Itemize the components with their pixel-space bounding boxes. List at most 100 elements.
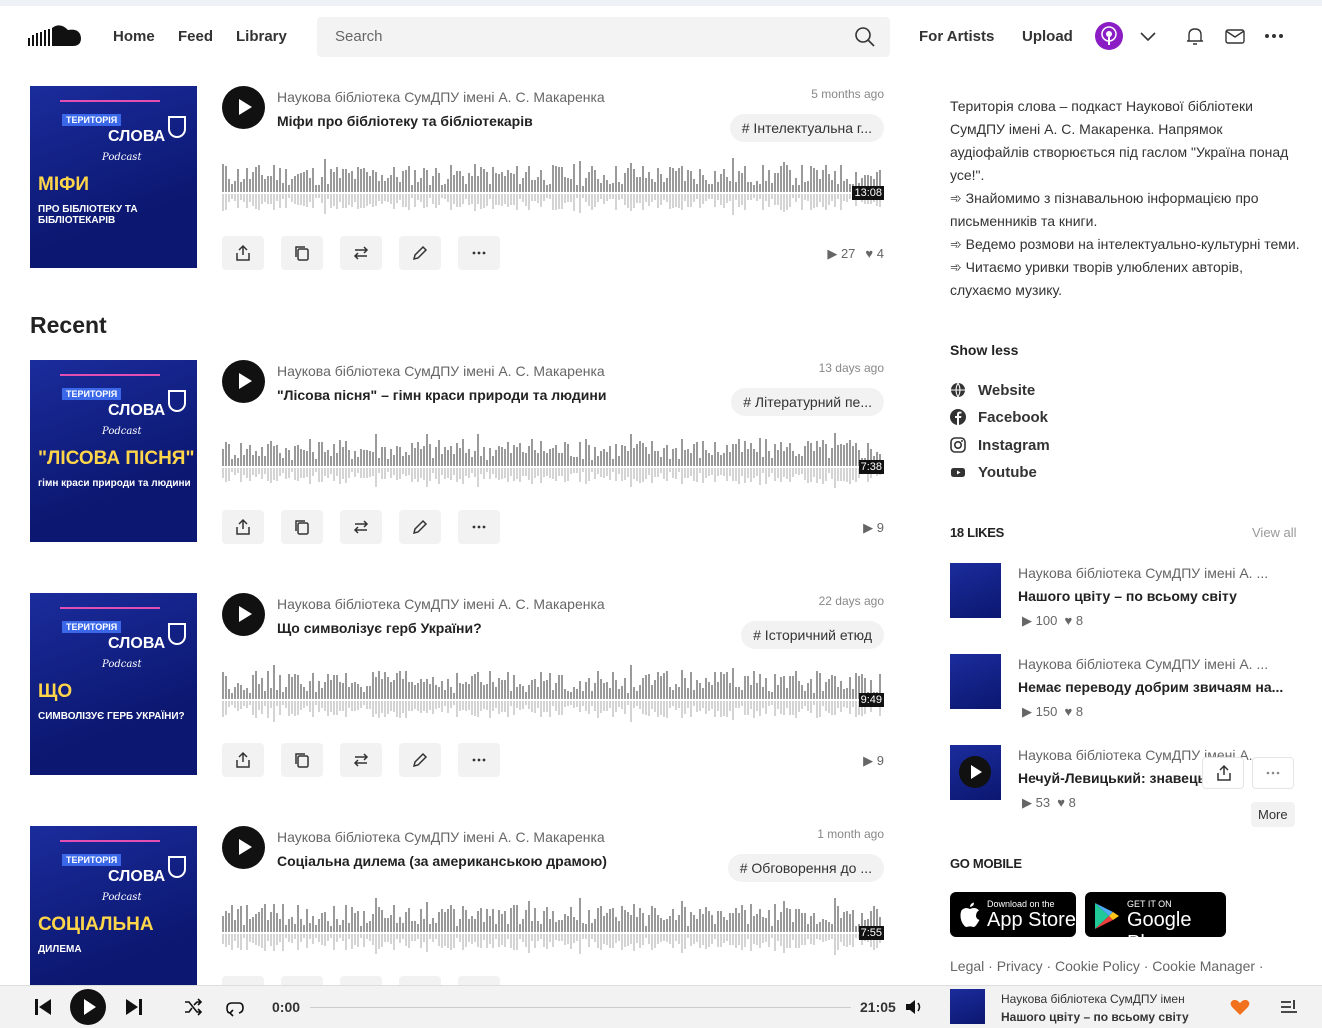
- volume-icon[interactable]: [903, 995, 927, 1019]
- share-button[interactable]: [222, 743, 264, 777]
- more-button[interactable]: [1252, 757, 1294, 789]
- track-artist[interactable]: Наукова бібліотека СумДПУ імені А. С. Ма…: [277, 596, 605, 612]
- liked-track[interactable]: Наукова бібліотека СумДПУ імені А. ... Н…: [950, 745, 1300, 825]
- liked-track-artist[interactable]: Наукова бібліотека СумДПУ імені А. ...: [1018, 565, 1268, 581]
- share-button[interactable]: [1202, 757, 1244, 789]
- track-artwork[interactable]: ТЕРИТОРІЯ СЛОВА Podcast МІФИ ПРО БІБЛІОТ…: [30, 86, 197, 268]
- youtube-link[interactable]: Youtube: [950, 464, 1037, 481]
- for-artists-link[interactable]: For Artists: [919, 28, 994, 45]
- queue-icon[interactable]: [1277, 995, 1301, 1019]
- track-duration: 7:38: [858, 460, 884, 474]
- track-artist[interactable]: Наукова бібліотека СумДПУ імені А. С. Ма…: [277, 829, 605, 845]
- description-paragraph: ➾ Читаємо уривки творів улюблених авторі…: [950, 259, 1244, 298]
- liked-track-title[interactable]: Нашого цвіту – по всьому світу: [1018, 588, 1237, 604]
- liked-track-artwork[interactable]: [950, 745, 1001, 800]
- nav-home[interactable]: Home: [113, 28, 155, 45]
- liked-track[interactable]: Наукова бібліотека СумДПУ імені А. ... Н…: [950, 563, 1300, 643]
- play-button[interactable]: [222, 86, 265, 129]
- shield-icon: [168, 856, 186, 878]
- track-title[interactable]: Що символізує герб України?: [277, 620, 482, 636]
- edit-button[interactable]: [399, 743, 441, 777]
- show-less-link[interactable]: Show less: [950, 342, 1018, 358]
- genre-tag[interactable]: # Історичний етюд: [741, 621, 884, 649]
- track-title[interactable]: Міфи про бібліотеку та бібліотекарів: [277, 113, 533, 129]
- genre-tag[interactable]: # Інтелектуальна г...: [729, 114, 884, 142]
- heart-icon[interactable]: ♥: [865, 246, 876, 261]
- waveform[interactable]: [222, 897, 884, 958]
- play-button[interactable]: [222, 593, 265, 636]
- share-button[interactable]: [222, 236, 264, 270]
- view-all-link[interactable]: View all: [1252, 525, 1297, 540]
- player-artwork[interactable]: [950, 989, 985, 1024]
- track-title[interactable]: Соціальна дилема (за американською драмо…: [277, 853, 607, 869]
- track-artwork[interactable]: ТЕРИТОРІЯ СЛОВА Podcast ЩО СИМВОЛІЗУЄ ГЕ…: [30, 593, 197, 775]
- track-artist[interactable]: Наукова бібліотека СумДПУ імені А. С. Ма…: [277, 363, 605, 379]
- facebook-link[interactable]: Facebook: [950, 409, 1048, 426]
- copy-button[interactable]: [281, 236, 323, 270]
- repost-button[interactable]: [340, 510, 382, 544]
- track-duration: 9:49: [858, 693, 884, 707]
- mail-icon[interactable]: [1223, 24, 1247, 48]
- copy-button[interactable]: [281, 510, 323, 544]
- heart-icon[interactable]: [1228, 995, 1252, 1019]
- player-play-button[interactable]: [70, 989, 106, 1025]
- nav-library[interactable]: Library: [236, 28, 287, 45]
- more-options-icon[interactable]: [1262, 24, 1286, 48]
- play-button[interactable]: [959, 756, 991, 788]
- waveform[interactable]: [222, 157, 884, 218]
- bell-icon[interactable]: [1183, 24, 1207, 48]
- waveform[interactable]: [222, 664, 884, 725]
- avatar[interactable]: [1095, 22, 1123, 50]
- copy-button[interactable]: [281, 743, 323, 777]
- play-button[interactable]: [222, 826, 265, 869]
- repost-icon: [353, 246, 369, 260]
- track-artist[interactable]: Наукова бібліотека СумДПУ імені А. С. Ма…: [277, 89, 605, 105]
- previous-icon[interactable]: [31, 995, 55, 1019]
- player-bar: 0:00 21:05 Наукова бібліотека СумДПУ іме…: [0, 985, 1322, 1028]
- nav-feed[interactable]: Feed: [178, 28, 213, 45]
- instagram-link[interactable]: Instagram: [950, 437, 1050, 454]
- upload-link[interactable]: Upload: [1022, 28, 1073, 45]
- play-button[interactable]: [222, 360, 265, 403]
- legal-links[interactable]: Legal · Privacy · Cookie Policy · Cookie…: [950, 958, 1264, 974]
- liked-track-artwork[interactable]: [950, 563, 1001, 618]
- genre-tag[interactable]: # Обговорення до ...: [727, 854, 884, 882]
- description-paragraph: Територія слова – подкаст Наукової біблі…: [950, 98, 1289, 183]
- liked-track-title[interactable]: Немає переводу добрим звичаям на...: [1018, 679, 1283, 695]
- soundcloud-logo[interactable]: [28, 24, 82, 50]
- search-icon[interactable]: [854, 26, 876, 48]
- google-play-badge[interactable]: GET IT ON Google Play: [1085, 892, 1226, 954]
- website-link[interactable]: Website: [950, 382, 1035, 399]
- genre-tag[interactable]: # Літературний пе...: [731, 388, 884, 416]
- edit-button[interactable]: [399, 236, 441, 270]
- player-artist[interactable]: Наукова бібліотека СумДПУ імен: [1001, 992, 1185, 1006]
- more-button[interactable]: [458, 510, 500, 544]
- repost-button[interactable]: [340, 236, 382, 270]
- track-artwork[interactable]: ТЕРИТОРІЯ СЛОВА Podcast "ЛІСОВА ПІСНЯ" г…: [30, 360, 197, 542]
- liked-track[interactable]: Наукова бібліотека СумДПУ імені А. ... Н…: [950, 654, 1300, 734]
- copy-icon: [295, 246, 309, 261]
- more-button[interactable]: [458, 743, 500, 777]
- liked-track-artist[interactable]: Наукова бібліотека СумДПУ імені А. ...: [1018, 656, 1268, 672]
- next-icon[interactable]: [122, 995, 146, 1019]
- waveform[interactable]: [222, 432, 884, 492]
- more-button[interactable]: [458, 236, 500, 270]
- track-artwork[interactable]: ТЕРИТОРІЯ СЛОВА Podcast СОЦІАЛЬНА ДИЛЕМА: [30, 826, 197, 1008]
- liked-track-title[interactable]: Нечуй-Левицький: знавець: [1018, 770, 1206, 786]
- artwork-label: ДИЛЕМА: [38, 944, 82, 955]
- progress-bar[interactable]: [310, 1007, 851, 1008]
- player-title[interactable]: Нашого цвіту – по всьому світу: [1001, 1010, 1189, 1024]
- edit-button[interactable]: [399, 510, 441, 544]
- repost-icon: [353, 753, 369, 767]
- track-title[interactable]: "Лісова пісня" – гімн краси природи та л…: [277, 387, 606, 403]
- more-icon: [472, 758, 486, 762]
- app-store-line2: App Store: [987, 909, 1076, 931]
- shuffle-icon[interactable]: [181, 995, 205, 1019]
- search-input[interactable]: Search: [317, 17, 890, 57]
- repost-button[interactable]: [340, 743, 382, 777]
- app-store-badge[interactable]: Download on the App Store: [950, 892, 1076, 937]
- repeat-icon[interactable]: [223, 995, 247, 1019]
- chevron-down-icon[interactable]: [1136, 24, 1160, 48]
- share-button[interactable]: [222, 510, 264, 544]
- liked-track-artwork[interactable]: [950, 654, 1001, 709]
